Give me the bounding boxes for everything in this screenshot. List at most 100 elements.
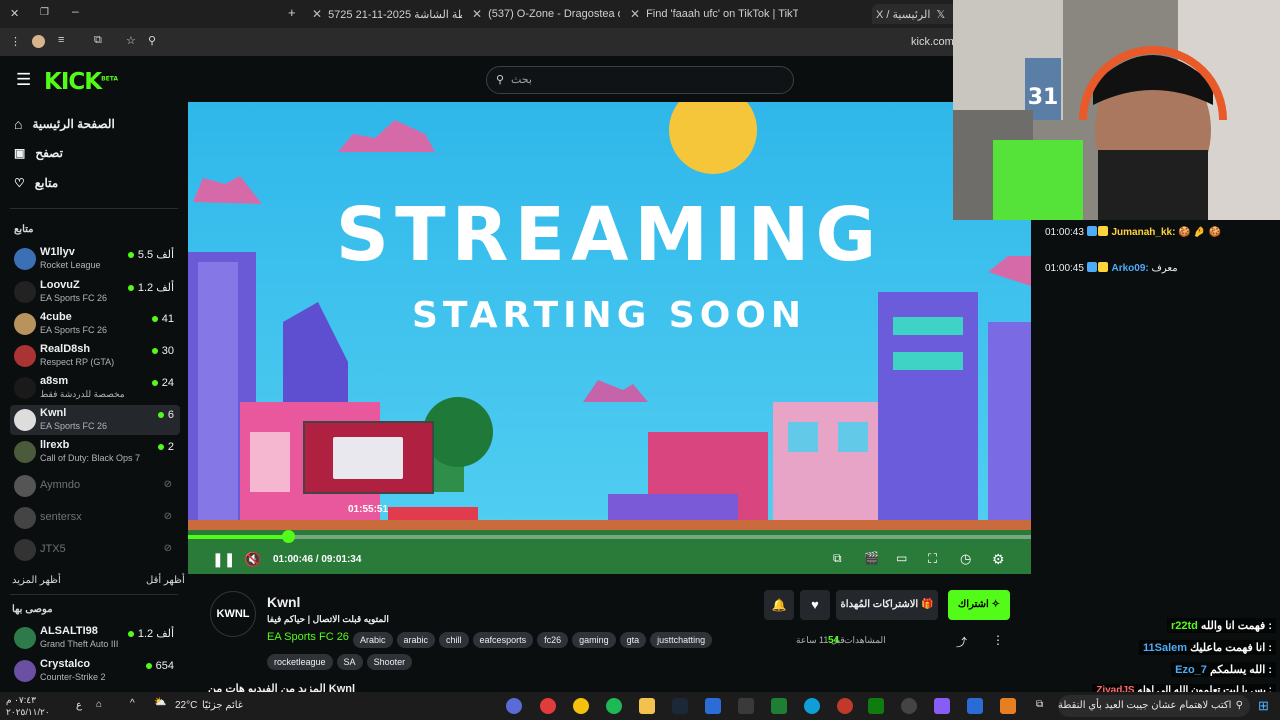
tag-chip[interactable]: SA [336,654,363,670]
hamburger-menu-icon[interactable]: ☰ [16,70,31,90]
close-icon[interactable]: ✕ [472,7,482,21]
channel-item[interactable]: llrexb Call of Duty: Black Ops 7 2 [10,437,180,467]
close-icon[interactable]: ✕ [630,7,640,21]
search-input[interactable]: ⚲ بحث [486,66,794,94]
chat-username[interactable]: Jumanah_kk: [1112,227,1176,238]
tag-chip[interactable]: Shooter [366,654,413,670]
channel-item-offline[interactable]: JTX5 ⊘ [10,535,180,565]
channel-item[interactable]: a8sm مخصصة للدردشة فقط 24 [10,373,180,403]
stream-category[interactable]: EA Sports FC 26 [267,631,349,643]
mail-icon[interactable] [705,698,721,714]
more-icon[interactable]: ⋮ [10,35,21,48]
tag-chip[interactable]: arabic [396,632,436,648]
kick-logo[interactable]: KICKBETA [44,69,118,95]
channel-item-offline[interactable]: sentersx ⊘ [10,503,180,533]
tag-chip[interactable]: Arabic [353,632,393,648]
tab-menu-icon[interactable]: ✕ [10,7,19,20]
app-icon[interactable] [771,698,787,714]
nav-browse[interactable]: ▣ تصفح [14,146,63,160]
tray-chevron-icon[interactable]: ^ [130,698,135,709]
channel-item-offline[interactable]: Aymndo ⊘ [10,471,180,501]
channel-item[interactable]: Crystalco Counter-Strike 2 654 [10,656,180,686]
app-icon[interactable] [837,698,853,714]
profile-icon[interactable] [32,35,45,48]
tag-chip[interactable]: gaming [572,632,616,648]
steam-icon[interactable] [672,698,688,714]
clock-time[interactable]: ٠٧:٤٣ م [6,695,36,705]
store-icon[interactable] [738,698,754,714]
show-less-link[interactable]: أظهر أقل [146,575,185,586]
close-icon[interactable]: ✕ [312,7,322,21]
edge-icon[interactable] [804,698,820,714]
bookmark-star-icon[interactable]: ☆ [126,34,136,47]
new-tab-button[interactable]: + [288,5,296,20]
pause-button[interactable]: ❚❚ [212,551,235,568]
channel-item[interactable]: RealD8sh Respect RP (GTA) 30 [10,341,180,371]
nav-following[interactable]: ♡ متابع [14,176,58,190]
app-icon[interactable] [967,698,983,714]
tab-label: X / الرئيسية [876,8,931,21]
tag-chip[interactable]: gta [619,632,647,648]
more-options-icon[interactable]: ⋮ [992,633,1004,647]
browser-tab[interactable]: ✕ Find 'faaah ufc' on TikTok | TikT ♪ [630,4,798,24]
mute-button[interactable]: 🔇 [244,551,261,568]
extensions-icon[interactable]: ⧉ [94,34,102,47]
clock-date[interactable]: ٢٠٢٥/١١/٢٠ [6,707,50,717]
seek-bar[interactable] [188,530,1031,543]
nav-home[interactable]: ⌂ الصفحة الرئيسية [14,116,115,132]
nav-label: تصفح [35,146,63,160]
xbox-icon[interactable] [868,698,884,714]
app-icon[interactable] [934,698,950,714]
windows-start-icon[interactable]: ⊞ [1258,698,1269,714]
zoom-icon[interactable]: ⚲ [148,34,156,47]
browser-tab[interactable]: ✕ (537) O-Zone - Dragostea d [472,4,620,24]
tag-chip[interactable]: rocketleague [267,654,333,670]
channel-item[interactable]: 4cube EA Sports FC 26 41 [10,309,180,339]
notification-bell-icon[interactable]: 🔔 [764,590,794,620]
browser-tab-active[interactable]: X / الرئيسية 𝕏 [872,4,956,24]
weather-text[interactable]: غائم جزئيًا [202,700,243,711]
video-player[interactable]: STREAMING STARTING SOON 01:55:51 ❚❚ 🔇 01… [188,102,1031,574]
miniplayer-icon[interactable]: ⧉ [833,551,842,566]
chat-username[interactable]: Arko09: [1112,263,1149,274]
fullscreen-icon[interactable]: ⛶ [928,551,937,567]
gift-subs-button[interactable]: الاشتراكات المُهداة 🎁 [836,590,938,620]
chrome-icon[interactable] [573,698,589,714]
overlay-text: الله يسلمكم : [1209,664,1272,676]
reading-list-icon[interactable]: ≡ [58,34,64,46]
tag-chip[interactable]: fc26 [537,632,569,648]
network-icon[interactable]: ⌂ [96,699,102,710]
tag-chip[interactable]: chill [439,632,469,648]
settings-gear-icon[interactable]: ⚙ [992,551,1005,568]
channel-item-active[interactable]: Kwnl EA Sports FC 26 6 [10,405,180,435]
restore-icon[interactable]: ❐ [40,7,49,18]
language-indicator[interactable]: ع [76,700,82,711]
file-explorer-icon[interactable] [639,698,655,714]
minimize-icon[interactable]: – [72,4,79,18]
app-icon[interactable] [1000,698,1016,714]
speed-icon[interactable]: ◷ [960,551,971,567]
subscribe-button[interactable]: اشتراك ✧ [948,590,1010,620]
channel-item[interactable]: LoovuZ EA Sports FC 26 1.2 ألف [10,277,180,307]
channel-avatar[interactable]: KWNL [210,591,256,637]
browser-tab[interactable]: ✕ لقطة الشاشة 2025-11-21 5725 [312,4,462,24]
share-icon[interactable]: ⤴ [956,634,967,650]
tag-chip[interactable]: eafcesports [472,632,534,648]
show-more-link[interactable]: أظهر المزيد [12,575,61,586]
url-text[interactable]: kick.com/ [911,36,957,48]
tag-chip[interactable]: justtchatting [650,632,713,648]
weather-temp[interactable]: 22°C [175,700,197,711]
channel-item[interactable]: W1llyv Rocket League 5.5 ألف [10,244,180,274]
clip-icon[interactable]: 🎬 [864,551,879,565]
app-icon[interactable] [540,698,556,714]
settings-icon[interactable] [901,698,917,714]
spotify-icon[interactable] [606,698,622,714]
channel-item[interactable]: ALSALTI98 Grand Theft Auto III 1.2 ألف [10,623,180,653]
chat-input[interactable]: اكتب لاهتمام عشان جيبت العيد بأي النقطة … [1058,695,1250,717]
channel-name[interactable]: Kwnl [267,594,300,610]
follow-heart-icon[interactable]: ♥ [800,590,830,620]
app-icon[interactable] [506,698,522,714]
task-view-icon[interactable]: ⧉ [1036,699,1043,710]
theater-mode-icon[interactable]: ▭ [896,551,907,565]
offline-icon: ⊘ [163,543,172,554]
